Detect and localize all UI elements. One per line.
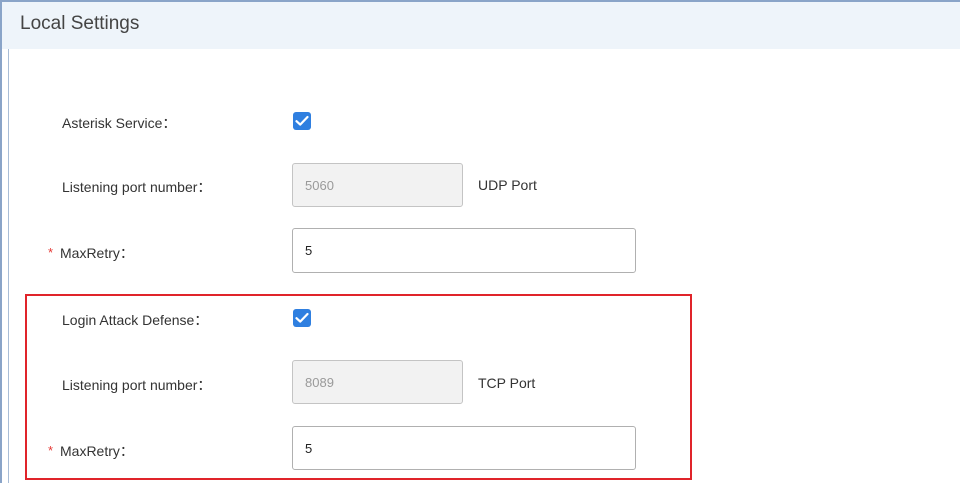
login-maxretry-label: MaxRetry： (60, 443, 134, 459)
udp-port-suffix: UDP Port (478, 177, 537, 193)
maxretry-input[interactable] (292, 228, 636, 273)
tcp-port-suffix: TCP Port (478, 375, 536, 391)
panel-header: Local Settings (2, 2, 960, 49)
login-maxretry-input[interactable] (292, 426, 636, 470)
udp-listening-port-input[interactable] (292, 163, 463, 207)
tcp-listening-port-input[interactable] (292, 360, 463, 404)
panel-title: Local Settings (20, 13, 140, 34)
maxretry-label: MaxRetry： (60, 245, 134, 261)
login-attack-defense-checkbox[interactable] (293, 309, 311, 327)
check-icon (295, 115, 309, 126)
login-attack-defense-label: Login Attack Defense： (62, 312, 209, 328)
asterisk-service-checkbox[interactable] (293, 112, 311, 130)
tcp-listening-port-label: Listening port number： (62, 377, 212, 393)
asterisk-service-label: Asterisk Service： (62, 115, 177, 131)
content-border (8, 49, 9, 483)
check-icon (295, 312, 309, 323)
required-asterisk: * (48, 443, 54, 458)
udp-listening-port-label: Listening port number： (62, 179, 212, 195)
required-asterisk: * (48, 245, 54, 260)
